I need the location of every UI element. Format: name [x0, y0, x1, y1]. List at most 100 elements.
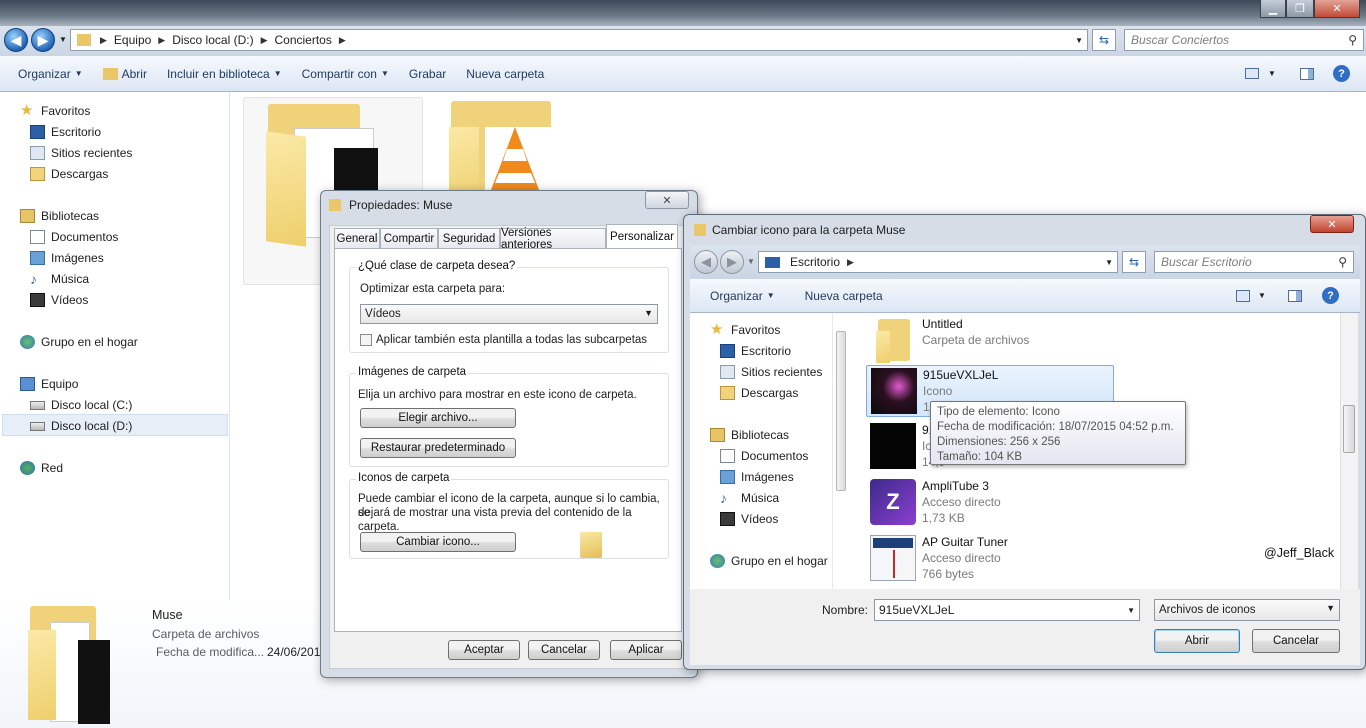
share-menu[interactable]: Compartir con ▼ — [292, 56, 399, 91]
nav-homegroup[interactable]: Grupo en el hogar — [710, 552, 828, 570]
nav-videos[interactable]: Vídeos — [720, 510, 778, 528]
include-library-menu[interactable]: Incluir en biblioteca ▼ — [157, 56, 292, 91]
burn-button[interactable]: Grabar — [399, 56, 456, 91]
cancel-button[interactable]: Cancelar — [1252, 629, 1340, 653]
search-input[interactable]: Buscar Conciertos ⚲ — [1124, 29, 1364, 51]
star-icon: ★ — [710, 321, 724, 338]
nav-recent[interactable]: Sitios recientes — [30, 144, 132, 162]
apply-button[interactable]: Aplicar — [610, 640, 682, 660]
minimize-icon[interactable]: ▁ — [1260, 0, 1286, 18]
nav-computer[interactable]: Equipo — [20, 375, 78, 393]
nav-documents[interactable]: Documentos — [720, 447, 808, 465]
breadcrumb-equipo[interactable]: Equipo — [114, 33, 151, 47]
open-button[interactable]: Abrir — [93, 56, 157, 91]
preview-pane-icon[interactable] — [1300, 68, 1314, 80]
nav-libraries[interactable]: Bibliotecas — [20, 207, 99, 225]
file-type-select[interactable]: Archivos de iconos ▼ — [1154, 599, 1340, 621]
nav-homegroup[interactable]: Grupo en el hogar — [20, 333, 138, 351]
list-item[interactable]: Z AmpliTube 3 Acceso directo 1,73 KB — [866, 477, 1166, 527]
nav-recent[interactable]: Sitios recientes — [720, 363, 822, 381]
preview-pane-icon[interactable] — [1288, 290, 1302, 302]
scrollbar-thumb[interactable] — [836, 331, 846, 491]
nav-desktop[interactable]: Escritorio — [30, 123, 101, 141]
help-icon[interactable]: ? — [1333, 65, 1350, 82]
back-button[interactable]: ◀ — [694, 250, 718, 274]
choose-file-button[interactable]: Elegir archivo... — [360, 408, 516, 428]
nav-disk-d[interactable]: Disco local (D:) — [30, 417, 132, 435]
search-input[interactable]: Buscar Escritorio ⚲ — [1154, 251, 1354, 273]
nav-music[interactable]: ♪ Música — [30, 270, 89, 288]
view-dropdown-icon[interactable]: ▼ — [1258, 291, 1266, 300]
network-icon — [20, 461, 35, 475]
view-options-icon[interactable] — [1236, 290, 1250, 302]
cancel-button[interactable]: Cancelar — [528, 640, 600, 660]
recent-places-icon — [720, 365, 735, 379]
tab-versiones[interactable]: Versiones anteriores — [500, 227, 606, 251]
optimize-select[interactable]: Vídeos ▼ — [360, 304, 658, 324]
organize-menu[interactable]: Organizar ▼ — [690, 279, 785, 312]
open-button[interactable]: Abrir — [1154, 629, 1240, 653]
tab-compartir[interactable]: Compartir — [380, 228, 438, 248]
new-folder-button[interactable]: Nueva carpeta — [785, 279, 893, 312]
list-item[interactable]: AP Guitar Tuner Acceso directo 766 bytes — [866, 533, 1166, 583]
back-button[interactable]: ◀ — [4, 28, 28, 52]
change-icon-dialog: Cambiar icono para la carpeta Muse ✕ ◀ ▶… — [683, 214, 1366, 670]
file-list-scrollbar[interactable] — [1340, 313, 1358, 589]
images-icon — [720, 470, 735, 484]
nav-documents[interactable]: Documentos — [30, 228, 118, 246]
nav-downloads[interactable]: Descargas — [30, 165, 108, 183]
close-button[interactable]: ✕ — [645, 191, 689, 209]
watermark-text: @Jeff_Black — [1264, 546, 1335, 560]
view-dropdown-icon[interactable]: ▼ — [1268, 69, 1276, 78]
organize-menu[interactable]: Organizar ▼ — [0, 56, 93, 91]
nav-network[interactable]: Red — [20, 459, 63, 477]
scrollbar-thumb[interactable] — [1343, 405, 1355, 453]
breadcrumb-conciertos[interactable]: Conciertos — [275, 33, 332, 47]
nav-libraries[interactable]: Bibliotecas — [710, 426, 789, 444]
recent-pages-icon[interactable]: ▼ — [59, 35, 67, 44]
address-bar[interactable]: ▶ Equipo ▶ Disco local (D:) ▶ Conciertos… — [70, 29, 1088, 51]
nav-disk-c[interactable]: Disco local (C:) — [30, 396, 132, 414]
change-icon-button[interactable]: Cambiar icono... — [360, 532, 516, 552]
list-item[interactable]: Untitled Carpeta de archivos — [866, 315, 1166, 365]
nav-scrollbar[interactable] — [832, 313, 850, 589]
restore-default-button[interactable]: Restaurar predeterminado — [360, 438, 516, 458]
nav-videos[interactable]: Vídeos — [30, 291, 88, 309]
refresh-icon[interactable]: ⇆ — [1092, 29, 1116, 51]
desktop-icon — [720, 344, 735, 358]
nav-favorites[interactable]: ★ Favoritos — [20, 102, 90, 120]
tab-general[interactable]: General — [334, 228, 380, 248]
maximize-icon[interactable]: ❐ — [1286, 0, 1314, 18]
breadcrumb-disco-d[interactable]: Disco local (D:) — [172, 33, 253, 47]
folder-icon — [694, 224, 706, 236]
filename-input[interactable]: 915ueVXLJeL ▼ — [874, 599, 1140, 621]
close-button[interactable]: ✕ — [1310, 215, 1354, 233]
nav-favorites[interactable]: ★ Favoritos — [710, 321, 780, 339]
guitar-tuner-icon — [870, 535, 916, 581]
nav-desktop[interactable]: Escritorio — [720, 342, 791, 360]
folder-preview-icon — [580, 532, 602, 558]
documents-icon — [720, 449, 735, 463]
address-dropdown-icon[interactable]: ▼ — [1105, 258, 1113, 267]
forward-button[interactable]: ▶ — [720, 250, 744, 274]
help-icon[interactable]: ? — [1322, 287, 1339, 304]
forward-button[interactable]: ▶ — [31, 28, 55, 52]
nav-images[interactable]: Imágenes — [720, 468, 794, 486]
ok-button[interactable]: Aceptar — [448, 640, 520, 660]
properties-body: General Compartir Seguridad Versiones an… — [329, 224, 689, 669]
address-bar[interactable]: Escritorio ▶ ▼ — [758, 251, 1118, 273]
refresh-icon[interactable]: ⇆ — [1122, 251, 1146, 273]
nav-downloads[interactable]: Descargas — [720, 384, 798, 402]
recent-pages-icon[interactable]: ▼ — [747, 257, 755, 266]
folder-thumbnail-icon — [28, 630, 56, 720]
address-dropdown-icon[interactable]: ▼ — [1075, 36, 1083, 45]
new-folder-button[interactable]: Nueva carpeta — [456, 56, 554, 91]
nav-music[interactable]: ♪ Música — [720, 489, 779, 507]
breadcrumb-escritorio[interactable]: Escritorio — [790, 255, 840, 269]
tab-seguridad[interactable]: Seguridad — [438, 228, 500, 248]
tab-personalizar[interactable]: Personalizar — [606, 224, 678, 248]
nav-images[interactable]: Imágenes — [30, 249, 104, 267]
close-icon[interactable]: ✕ — [1314, 0, 1360, 18]
apply-subfolders-checkbox[interactable]: Aplicar también esta plantilla a todas l… — [360, 333, 647, 347]
view-options-icon[interactable] — [1245, 68, 1259, 79]
